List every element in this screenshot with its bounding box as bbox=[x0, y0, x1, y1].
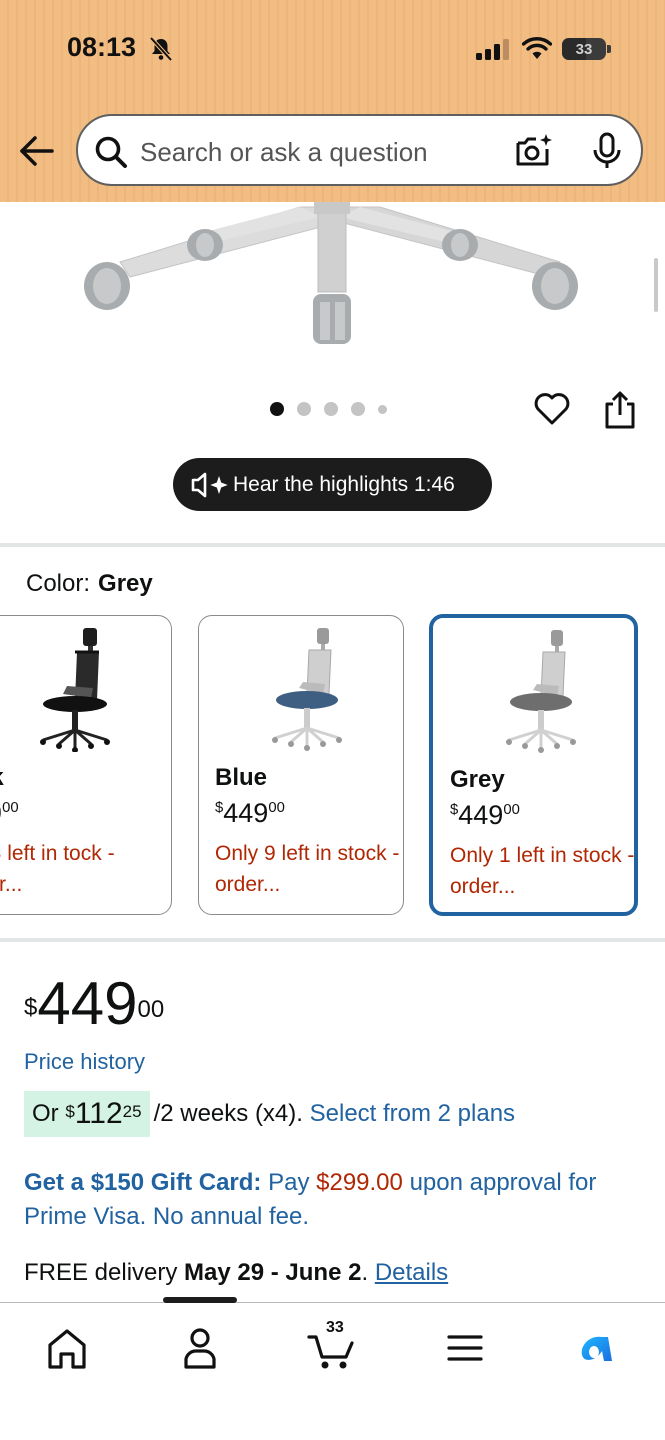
color-option-price: $44900 bbox=[215, 798, 285, 829]
bottom-navigation: 33 bbox=[0, 1297, 665, 1440]
search-icon bbox=[95, 136, 127, 168]
selected-color: Grey bbox=[98, 570, 153, 597]
color-option-name: lack bbox=[0, 764, 4, 792]
wifi-icon bbox=[522, 37, 552, 59]
currency-symbol: $ bbox=[24, 994, 38, 1021]
header: 08:13 33 Search or ask a question bbox=[0, 0, 665, 202]
currency-symbol: $ bbox=[450, 801, 459, 818]
bell-slash-icon bbox=[149, 36, 173, 62]
hear-highlights-label: Hear the highlights 1:46 bbox=[233, 472, 455, 496]
delivery-details-link[interactable]: Details bbox=[375, 1259, 448, 1286]
carousel-dot[interactable] bbox=[324, 402, 338, 416]
camera-lens-icon[interactable] bbox=[515, 132, 553, 170]
color-option-price: $44900 bbox=[450, 800, 520, 831]
color-option-blue[interactable]: Blue $44900 Only 9 left in stock - order… bbox=[198, 615, 404, 915]
image-carousel-dots[interactable] bbox=[270, 402, 387, 416]
hear-highlights-button[interactable]: Hear the highlights 1:46 bbox=[173, 458, 492, 511]
delivery-dates: May 29 - June 2 bbox=[184, 1259, 362, 1286]
signal-icon bbox=[476, 39, 509, 60]
price-cents: 00 bbox=[268, 799, 285, 816]
delivery-prefix: FREE delivery bbox=[24, 1259, 178, 1286]
stock-warning: Only 9 left in stock - order... bbox=[215, 842, 400, 896]
carousel-dot[interactable] bbox=[378, 404, 387, 414]
scroll-indicator bbox=[654, 258, 658, 312]
gift-card-title: Get a $150 Gift Card: bbox=[24, 1169, 262, 1196]
product-price: $44900 bbox=[24, 972, 164, 1036]
stock-warning: nly 3 left in tock - order... bbox=[0, 842, 115, 896]
section-divider bbox=[0, 938, 665, 942]
installment-badge: Or $112 25 bbox=[24, 1091, 150, 1137]
carousel-dot[interactable] bbox=[297, 402, 311, 416]
color-label-text: Color: bbox=[26, 570, 91, 597]
battery-indicator: 33 bbox=[562, 38, 606, 60]
price-whole: 449 bbox=[37, 970, 138, 1037]
menu-icon[interactable] bbox=[440, 1323, 490, 1373]
home-icon[interactable] bbox=[42, 1323, 92, 1373]
currency-symbol: $ bbox=[215, 799, 224, 816]
delivery-separator: . bbox=[361, 1259, 369, 1286]
color-option-name: Grey bbox=[450, 766, 505, 793]
nav-active-indicator bbox=[163, 1297, 237, 1303]
price-cents: 00 bbox=[2, 799, 19, 816]
color-option-black[interactable]: lack 44900 nly 3 left in tock - order... bbox=[0, 615, 172, 915]
carousel-dot[interactable] bbox=[270, 402, 284, 416]
speaker-sparkle-icon bbox=[191, 472, 228, 497]
installment-prefix: Or bbox=[32, 1100, 59, 1127]
carousel-dot[interactable] bbox=[351, 402, 365, 416]
price-whole: 449 bbox=[458, 800, 504, 830]
rufus-icon[interactable] bbox=[572, 1323, 622, 1373]
cart-count: 33 bbox=[326, 1319, 344, 1336]
installment-whole: 112 bbox=[74, 1097, 123, 1130]
gift-card-amount: $299.00 bbox=[316, 1169, 403, 1196]
chair-thumbnail bbox=[40, 628, 110, 752]
battery-nub bbox=[607, 45, 611, 53]
installment-cents: 25 bbox=[122, 1102, 142, 1121]
share-icon[interactable] bbox=[603, 390, 637, 430]
select-plans-link[interactable]: Select from 2 plans bbox=[310, 1100, 515, 1128]
color-label: Color: Grey bbox=[26, 570, 153, 598]
delivery-info: FREE delivery May 29 - June 2. Details bbox=[24, 1259, 448, 1287]
microphone-icon[interactable] bbox=[592, 132, 622, 170]
installment-plan: Or $112 25 /2 weeks (x4). Select from 2 p… bbox=[24, 1091, 515, 1137]
gift-card-pay: Pay bbox=[268, 1169, 310, 1196]
price-whole: 449 bbox=[223, 798, 269, 828]
battery-level: 33 bbox=[575, 40, 593, 58]
installment-terms: /2 weeks (x4). bbox=[153, 1100, 303, 1127]
product-image[interactable] bbox=[0, 202, 665, 352]
search-bar[interactable]: Search or ask a question bbox=[76, 114, 643, 186]
color-option-price: 44900 bbox=[0, 798, 19, 829]
price-cents: 00 bbox=[503, 801, 520, 818]
chair-thumbnail bbox=[272, 628, 342, 751]
section-divider bbox=[0, 543, 665, 547]
heart-icon[interactable] bbox=[533, 390, 571, 428]
account-icon[interactable] bbox=[175, 1323, 225, 1373]
chair-thumbnail bbox=[506, 630, 576, 753]
color-option-name: Blue bbox=[215, 764, 268, 791]
gift-card-offer[interactable]: Get a $150 Gift Card: Pay $299.00 upon a… bbox=[24, 1166, 644, 1234]
stock-warning: Only 1 left in stock - order... bbox=[450, 844, 635, 898]
price-cents: 00 bbox=[137, 996, 165, 1023]
product-page: 08:13 33 Search or ask a question Hear t… bbox=[0, 0, 665, 1440]
status-time: 08:13 bbox=[67, 32, 137, 62]
price-history-link[interactable]: Price history bbox=[24, 1049, 145, 1075]
back-arrow-icon[interactable] bbox=[18, 132, 56, 170]
search-input[interactable]: Search or ask a question bbox=[140, 137, 428, 168]
currency-symbol: $ bbox=[65, 1102, 75, 1121]
color-option-grey[interactable]: Grey $44900 Only 1 left in stock - order… bbox=[429, 614, 638, 916]
